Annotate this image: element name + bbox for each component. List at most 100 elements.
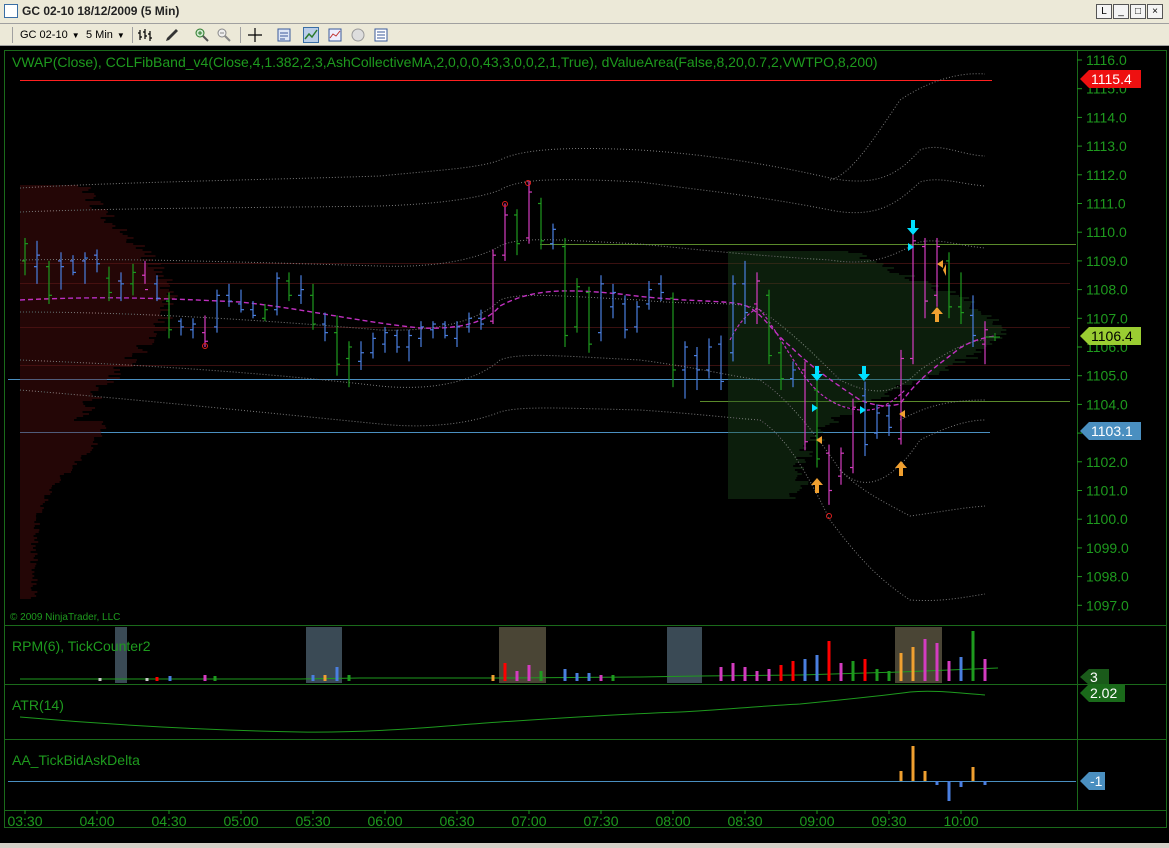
time-tick-label: 08:30 bbox=[727, 813, 762, 829]
rpm-bar bbox=[840, 663, 843, 681]
price-tick-label: 1109.0 bbox=[1086, 253, 1128, 269]
rpm-bar bbox=[576, 673, 579, 681]
interval-label: 5 Min bbox=[86, 29, 113, 41]
rpm-bar bbox=[900, 653, 903, 681]
rpm-bar bbox=[828, 641, 831, 681]
ninjatrader-chart-icon bbox=[4, 4, 18, 18]
rpm-bar bbox=[516, 671, 519, 681]
close-button[interactable]: × bbox=[1147, 4, 1163, 19]
atr-value: 2.02 bbox=[1090, 685, 1117, 701]
properties-icon[interactable] bbox=[276, 27, 292, 43]
chart-canvas[interactable]: VWAP(Close), CCLFibBand_v4(Close,4,1.382… bbox=[0, 46, 1169, 843]
rpm-bar bbox=[600, 675, 603, 681]
rpm-bar bbox=[204, 675, 207, 681]
price-tick-label: 1104.0 bbox=[1086, 396, 1128, 412]
rpm-bar bbox=[540, 671, 543, 681]
delta-bar bbox=[900, 771, 903, 781]
rpm-bar bbox=[804, 659, 807, 681]
data-box-icon[interactable] bbox=[350, 27, 366, 43]
drawing-tool-icon[interactable] bbox=[164, 27, 180, 43]
delta-bar bbox=[936, 781, 939, 785]
rpm-bar bbox=[744, 667, 747, 681]
bar-type-icon[interactable] bbox=[137, 27, 153, 43]
interval-selector[interactable]: 5 Min ▼ bbox=[86, 27, 125, 43]
time-tick-label: 09:30 bbox=[871, 813, 906, 829]
delta-bar bbox=[924, 771, 927, 781]
price-tick-label: 1099.0 bbox=[1086, 540, 1129, 556]
toolbar-separator bbox=[240, 27, 241, 43]
rpm-bar bbox=[588, 673, 591, 681]
high-price-value: 1115.4 bbox=[1091, 71, 1132, 87]
last-price-marker: 1106.4 bbox=[1080, 327, 1141, 345]
indicators-label: VWAP(Close), CCLFibBand_v4(Close,4,1.382… bbox=[12, 54, 878, 70]
time-tick-label: 04:30 bbox=[151, 813, 186, 829]
maximize-button[interactable]: □ bbox=[1130, 4, 1146, 19]
time-tick-label: 06:30 bbox=[439, 813, 474, 829]
price-tick-label: 1107.0 bbox=[1086, 310, 1128, 326]
price-tick-label: 1112.0 bbox=[1086, 167, 1127, 183]
rpm-bar bbox=[214, 676, 217, 681]
rpm-bar bbox=[324, 675, 327, 681]
delta-bar bbox=[948, 781, 951, 801]
price-tick-label: 1116.0 bbox=[1086, 52, 1127, 68]
time-tick-label: 06:00 bbox=[367, 813, 402, 829]
price-tick-label: 1114.0 bbox=[1086, 109, 1127, 125]
rpm-bar bbox=[876, 669, 879, 681]
last-price-value: 1106.4 bbox=[1091, 328, 1133, 344]
high-price-marker: 1115.4 bbox=[1080, 70, 1141, 88]
rpm-bar bbox=[146, 678, 149, 681]
delta-value: -1 bbox=[1090, 773, 1103, 789]
rpm-value: 3 bbox=[1090, 669, 1098, 685]
minimize-button[interactable]: _ bbox=[1113, 4, 1129, 19]
rpm-bar bbox=[336, 667, 339, 681]
time-tick-label: 05:00 bbox=[223, 813, 258, 829]
time-tick-label: 03:30 bbox=[7, 813, 42, 829]
rpm-bar bbox=[528, 665, 531, 681]
indicators-icon[interactable] bbox=[303, 27, 319, 43]
crosshair-icon[interactable] bbox=[247, 27, 263, 43]
rpm-bar bbox=[348, 675, 351, 681]
rpm-bar bbox=[312, 675, 315, 681]
time-tick-label: 05:30 bbox=[295, 813, 330, 829]
time-tick-label: 10:00 bbox=[943, 813, 978, 829]
delta-bar bbox=[960, 781, 963, 787]
rpm-bar bbox=[816, 655, 819, 681]
price-tick-label: 1111.0 bbox=[1086, 196, 1126, 212]
time-tick-label: 07:00 bbox=[511, 813, 546, 829]
price-tick-label: 1110.0 bbox=[1086, 224, 1127, 240]
rpm-bar bbox=[792, 661, 795, 681]
delta-bar bbox=[972, 767, 975, 781]
zoom-out-icon[interactable] bbox=[216, 27, 232, 43]
delta-panel-label: AA_TickBidAskDelta bbox=[12, 752, 140, 768]
rpm-bar bbox=[984, 659, 987, 681]
window-title: GC 02-10 18/12/2009 (5 Min) bbox=[22, 4, 179, 18]
rpm-bar bbox=[768, 669, 771, 681]
instrument-selector[interactable]: GC 02-10 ▼ bbox=[20, 27, 80, 43]
chart-list-icon[interactable] bbox=[373, 27, 389, 43]
price-tick-label: 1100.0 bbox=[1086, 511, 1128, 527]
time-tick-label: 07:30 bbox=[583, 813, 618, 829]
rpm-bar bbox=[756, 671, 759, 681]
low-price-marker: 1103.1 bbox=[1080, 422, 1141, 440]
zoom-in-icon[interactable] bbox=[194, 27, 210, 43]
restore-window-button[interactable]: L bbox=[1096, 4, 1112, 19]
chart-toolbar: GC 02-10 ▼ 5 Min ▼ bbox=[0, 24, 1169, 46]
price-tick-label: 1097.0 bbox=[1086, 597, 1129, 613]
instrument-label: GC 02-10 bbox=[20, 29, 68, 41]
delta-bar bbox=[984, 781, 987, 785]
toolbar-separator bbox=[12, 27, 13, 43]
copyright-label: © 2009 NinjaTrader, LLC bbox=[10, 612, 120, 623]
price-tick-label: 1108.0 bbox=[1086, 282, 1128, 298]
rpm-bar bbox=[948, 661, 951, 681]
rpm-bar bbox=[156, 677, 159, 681]
rpm-bar bbox=[852, 661, 855, 681]
price-tick-label: 1101.0 bbox=[1086, 483, 1128, 499]
window-titlebar: GC 02-10 18/12/2009 (5 Min) L _ □ × bbox=[0, 0, 1169, 24]
strategies-icon[interactable] bbox=[327, 27, 343, 43]
price-tick-label: 1105.0 bbox=[1086, 368, 1128, 384]
rpm-bar bbox=[864, 659, 867, 681]
chart-area[interactable]: VWAP(Close), CCLFibBand_v4(Close,4,1.382… bbox=[0, 46, 1169, 843]
rpm-bar bbox=[780, 665, 783, 681]
rpm-bar bbox=[972, 631, 975, 681]
time-tick-label: 04:00 bbox=[79, 813, 114, 829]
